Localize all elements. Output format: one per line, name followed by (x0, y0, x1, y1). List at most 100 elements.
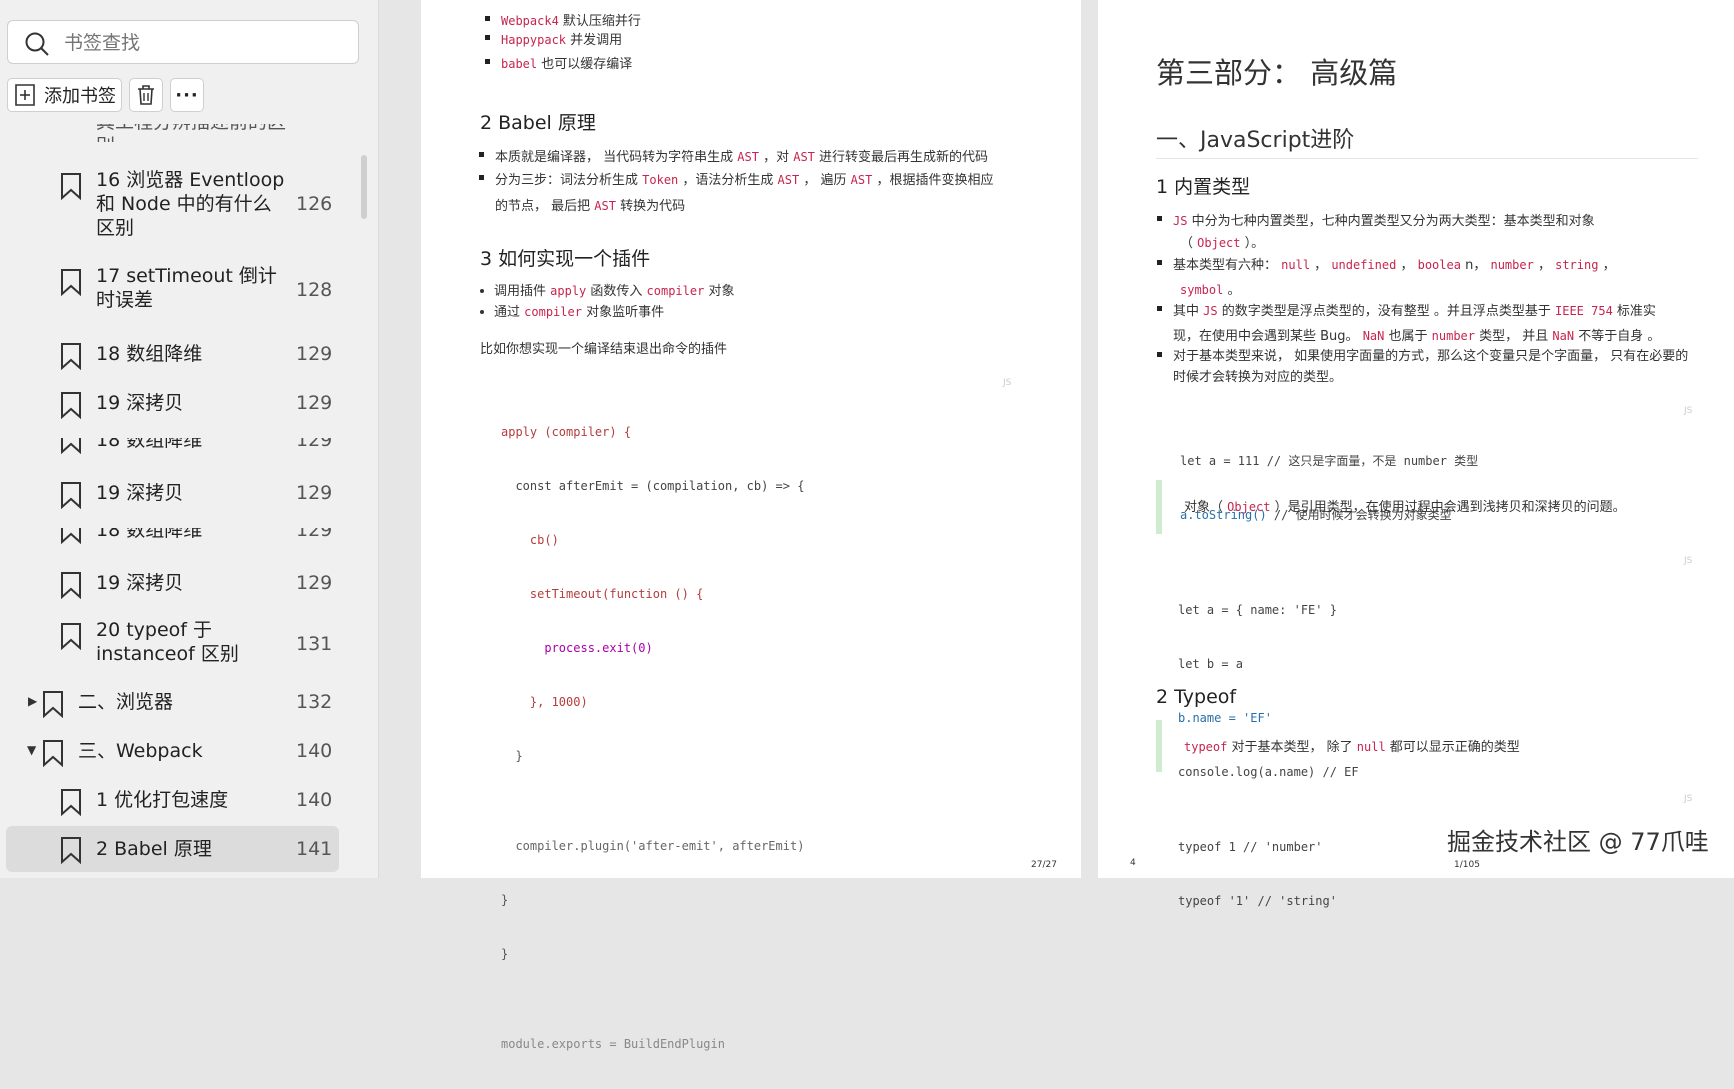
bookmark-item-page: 128 (296, 279, 333, 301)
code-line: const afterEmit = (compilation, cb) => { (501, 479, 805, 493)
bookmark-search-box[interactable] (7, 20, 359, 64)
bookmark-item-page: 129 (296, 528, 333, 541)
bullet-item: 基本类型有六种： null ， undefined ， boolea n， nu… (1157, 258, 1616, 273)
bookmark-item-browser[interactable]: ▶ 二、浏览器 132 (0, 688, 340, 718)
bullet-continuation: 时候才会转换为对应的类型。 (1173, 370, 1343, 385)
code-lang-tag: JS (1684, 406, 1693, 416)
bookmark-item-label: 18 数组降维 (96, 528, 203, 541)
bookmark-icon (61, 343, 81, 370)
bullet-item: 对于基本类型来说， 如果使用字面量的方式，那么这个变量只是个字面量， 只有在必要… (1156, 349, 1689, 364)
bookmark-item-page: 129 (296, 572, 333, 594)
code-line: let b = a (1178, 657, 1244, 671)
add-bookmark-label: 添加书签 (44, 86, 116, 107)
bookmark-icon (61, 572, 81, 599)
bookmark-item[interactable]: 19 深拷贝 129 (0, 389, 340, 419)
code-block: typeof 1 // 'number' typeof '1' // 'stri… (1178, 802, 1337, 946)
bookmark-item-label: 18 数组降维 (96, 438, 203, 451)
bookmark-item-label: 二、浏览器 (78, 691, 174, 713)
bookmark-icon (61, 623, 81, 650)
bookmark-item-partial[interactable]: 其工程分辨描述前的区别 (0, 124, 340, 142)
chapter-heading: 一、JavaScript进阶 (1156, 122, 1698, 159)
code-line: module.exports = BuildEndPlugin (501, 1037, 725, 1051)
code-line: process.exit(0) (501, 641, 653, 655)
code-lang-tag: JS (1684, 794, 1693, 804)
bookmark-item[interactable]: 16 浏览器 Eventloop 和 Node 中的有什么区别 126 (0, 168, 340, 244)
bookmark-item-label: 其工程分辨描述前的区别 (96, 124, 286, 142)
bookmark-item-selected[interactable]: 2 Babel 原理 141 (6, 826, 339, 872)
bookmark-item-page: 132 (296, 691, 333, 713)
bookmark-icon (43, 691, 63, 718)
pdf-page-right: 第三部分： 高级篇 一、JavaScript进阶 1 内置类型 JS 中分为七种… (1098, 0, 1734, 908)
sidebar-scrollbar[interactable] (361, 155, 367, 219)
bookmark-item-label: 2 Babel 原理 (96, 838, 212, 860)
bookmark-icon (61, 528, 81, 544)
bullet-item: Webpack4 默认压缩并行 (485, 14, 641, 29)
bookmark-icon (61, 392, 81, 419)
footer-left-number: 4 (1130, 858, 1136, 868)
bookmark-item[interactable]: 1 优化打包速度 140 (0, 786, 340, 816)
bookmark-item-label: 20 typeof 于 instanceof 区别 (96, 619, 239, 665)
bookmark-item-label: 19 深拷贝 (96, 392, 184, 414)
bookmark-search-input[interactable] (62, 29, 346, 57)
bookmark-item-label: 19 深拷贝 (96, 482, 184, 504)
code-line: } (501, 947, 509, 961)
code-line: typeof 1 // 'number' (1178, 840, 1323, 854)
bullet-item: 分为三步：词法分析生成 Token ，语法分析生成 AST ， 遍历 AST ，… (478, 173, 994, 188)
page-number: 27/27 (1031, 860, 1057, 870)
bookmark-item-webpack[interactable]: ▼ 三、Webpack 140 (0, 737, 340, 767)
bookmark-item-label: 19 深拷贝 (96, 572, 184, 594)
bookmark-item-page: 131 (296, 633, 333, 655)
bookmark-item-label: 16 浏览器 Eventloop 和 Node 中的有什么区别 (96, 169, 285, 239)
bookmark-item-page: 141 (296, 838, 333, 860)
bookmark-item-label: 1 优化打包速度 (96, 789, 229, 811)
collapse-arrow-icon[interactable]: ▼ (27, 743, 36, 757)
page-gutter (1081, 0, 1098, 878)
add-bookmark-icon (15, 84, 35, 106)
bookmark-item[interactable]: 19 深拷贝 129 (0, 479, 340, 509)
page-number: 1/105 (1454, 860, 1480, 870)
code-line: setTimeout(function () { (501, 587, 704, 601)
trash-icon (138, 85, 154, 105)
bookmark-list: 其工程分辨描述前的区别 16 浏览器 Eventloop 和 Node 中的有什… (0, 124, 370, 878)
section-heading-babel: 2 Babel 原理 (480, 112, 596, 134)
bookmark-icon (61, 789, 81, 816)
section-heading-typeof: 2 Typeof (1156, 686, 1237, 708)
bookmark-item-page: 129 (296, 438, 333, 451)
bookmark-item[interactable]: 20 typeof 于 instanceof 区别 131 (0, 618, 340, 670)
bookmark-item-page: 129 (296, 392, 333, 414)
bookmark-icon (61, 173, 81, 200)
bullet-item: JS 中分为七种内置类型，七种内置类型又分为两大类型：基本类型和对象 (1157, 214, 1595, 229)
bookmark-item[interactable]: 18 数组降维 129 (0, 340, 340, 370)
more-options-button[interactable]: ··· (170, 78, 204, 112)
bookmark-icon (61, 482, 81, 509)
code-line: } (501, 893, 509, 907)
bookmark-item-label: 17 setTimeout 倒计时误差 (96, 265, 277, 311)
code-line: let a = 111 // 这只是字面量，不是 number 类型 (1180, 454, 1479, 468)
bookmark-item[interactable]: 18 数组降维 129 (0, 528, 340, 544)
code-line: let a = { name: 'FE' } (1178, 603, 1337, 617)
bookmark-item[interactable]: 18 数组降维 129 (0, 438, 340, 454)
bookmark-item-label: 18 数组降维 (96, 343, 203, 365)
bookmark-item[interactable]: 19 深拷贝 129 (0, 569, 340, 599)
bookmark-sidebar: 添加书签 ··· 其工程分辨描述前的区别 16 浏览器 Eventloop 和 … (0, 0, 379, 878)
more-dots-icon: ··· (175, 84, 199, 106)
paragraph: 比如你想实现一个编译结束退出命令的插件 (480, 342, 728, 357)
part-title: 第三部分： 高级篇 (1156, 56, 1398, 90)
bookmark-icon (61, 269, 81, 296)
bullet-item: babel 也可以缓存编译 (484, 57, 633, 72)
code-line: } (501, 749, 523, 763)
bookmark-item-page: 129 (296, 343, 333, 365)
code-lang-tag: JS (1003, 378, 1012, 388)
code-line: }, 1000) (501, 695, 588, 709)
code-line: compiler.plugin('after-emit', afterEmit) (501, 839, 805, 853)
code-line: cb() (501, 533, 559, 547)
delete-bookmark-button[interactable] (129, 78, 163, 112)
bullet-continuation: symbol 。 (1180, 283, 1241, 298)
bookmark-item[interactable]: 17 setTimeout 倒计时误差 128 (0, 264, 340, 316)
add-bookmark-button[interactable]: 添加书签 (7, 78, 122, 112)
bookmark-item-page: 140 (296, 789, 333, 811)
expand-arrow-icon[interactable]: ▶ (28, 694, 37, 708)
bullet-item: 本质就是编译器， 当代码转为字符串生成 AST ，对 AST 进行转变最后再生成… (478, 150, 989, 165)
bullet-continuation: （ Object ）。 (1180, 236, 1265, 251)
bookmark-icon (61, 837, 81, 864)
